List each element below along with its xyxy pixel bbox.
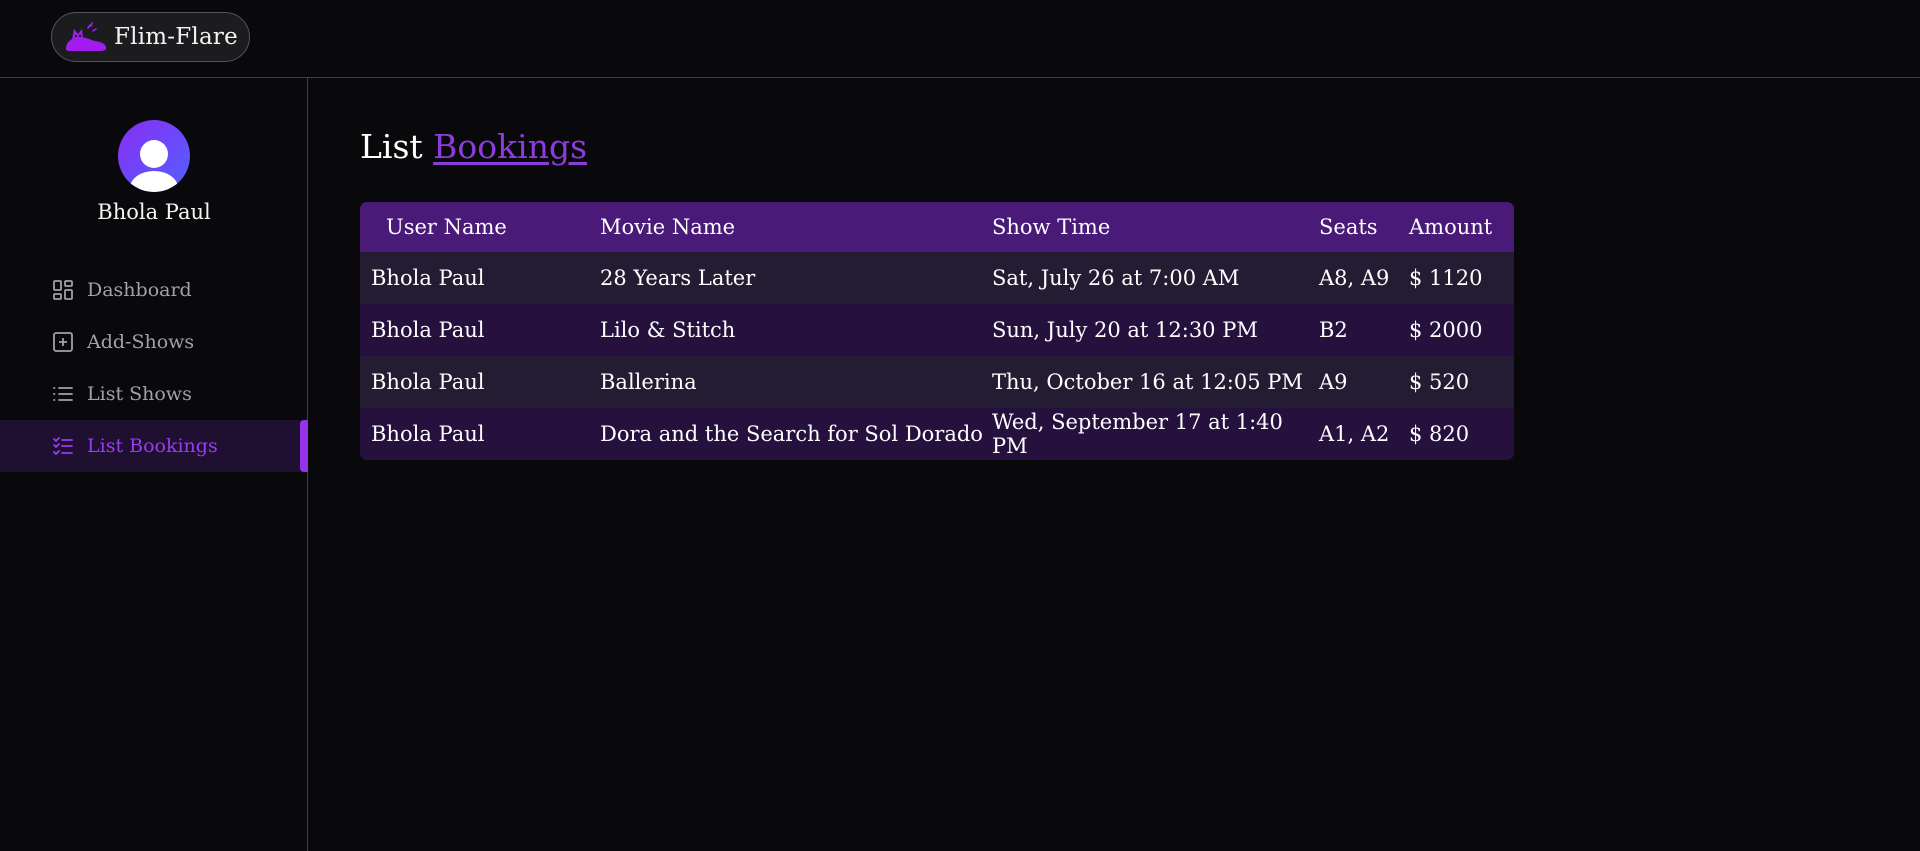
cell-show-time: Wed, September 17 at 1:40 PM — [992, 408, 1319, 460]
sidebar-item-add-shows[interactable]: Add-Shows — [0, 316, 308, 368]
sidebar-item-list-shows[interactable]: List Shows — [0, 368, 308, 420]
column-header-movie-name: Movie Name — [600, 202, 992, 252]
plus-square-icon — [51, 330, 75, 354]
cell-seats: A8, A9 — [1319, 252, 1409, 304]
cell-movie-name: Ballerina — [600, 356, 992, 408]
table-row[interactable]: Bhola Paul Dora and the Search for Sol D… — [360, 408, 1514, 460]
sidebar-item-list-bookings[interactable]: List Bookings — [0, 420, 308, 472]
list-checks-icon — [51, 434, 75, 458]
main-content: List Bookings User Name Movie Name Show … — [309, 78, 1920, 851]
sidebar-item-label: Dashboard — [87, 279, 192, 301]
brand-logo[interactable]: Flim-Flare — [51, 12, 250, 62]
sidebar-user-name: Bhola Paul — [97, 200, 211, 224]
cell-user-name: Bhola Paul — [360, 408, 600, 460]
cell-seats: B2 — [1319, 304, 1409, 356]
cell-amount: $ 2000 — [1409, 304, 1514, 356]
user-avatar-icon — [130, 140, 178, 192]
page-title-prefix: List — [360, 127, 423, 166]
cell-amount: $ 520 — [1409, 356, 1514, 408]
cell-seats: A9 — [1319, 356, 1409, 408]
table-header-row: User Name Movie Name Show Time Seats Amo… — [360, 202, 1514, 252]
column-header-user-name: User Name — [360, 202, 600, 252]
table-row[interactable]: Bhola Paul Lilo & Stitch Sun, July 20 at… — [360, 304, 1514, 356]
sidebar-item-label: List Shows — [87, 383, 192, 405]
bookings-table: User Name Movie Name Show Time Seats Amo… — [360, 202, 1514, 460]
cell-amount: $ 820 — [1409, 408, 1514, 460]
table-row[interactable]: Bhola Paul Ballerina Thu, October 16 at … — [360, 356, 1514, 408]
sidebar: Bhola Paul Dashboard Add-Shows List Show… — [0, 78, 308, 851]
cell-seats: A1, A2 — [1319, 408, 1409, 460]
cell-movie-name: Dora and the Search for Sol Dorado — [600, 408, 992, 460]
cell-show-time: Thu, October 16 at 12:05 PM — [992, 356, 1319, 408]
sidebar-item-label: List Bookings — [87, 435, 218, 457]
page-title: List Bookings — [360, 127, 587, 166]
cell-movie-name: Lilo & Stitch — [600, 304, 992, 356]
cell-movie-name: 28 Years Later — [600, 252, 992, 304]
table-row[interactable]: Bhola Paul 28 Years Later Sat, July 26 a… — [360, 252, 1514, 304]
cell-show-time: Sun, July 20 at 12:30 PM — [992, 304, 1319, 356]
cell-show-time: Sat, July 26 at 7:00 AM — [992, 252, 1319, 304]
cell-amount: $ 1120 — [1409, 252, 1514, 304]
avatar[interactable] — [118, 120, 190, 192]
sidebar-item-dashboard[interactable]: Dashboard — [0, 264, 308, 316]
column-header-show-time: Show Time — [992, 202, 1319, 252]
page-title-accent: Bookings — [433, 127, 588, 166]
active-indicator — [300, 420, 308, 472]
cat-logo-icon — [66, 22, 107, 51]
cell-user-name: Bhola Paul — [360, 356, 600, 408]
cell-user-name: Bhola Paul — [360, 252, 600, 304]
dashboard-grid-icon — [51, 278, 75, 302]
brand-name: Flim-Flare — [114, 24, 238, 50]
sidebar-item-label: Add-Shows — [87, 331, 195, 353]
column-header-amount: Amount — [1409, 202, 1514, 252]
list-icon — [51, 382, 75, 406]
cell-user-name: Bhola Paul — [360, 304, 600, 356]
top-bar: Flim-Flare — [0, 0, 1920, 78]
column-header-seats: Seats — [1319, 202, 1409, 252]
sidebar-nav: Dashboard Add-Shows List Shows List Book… — [0, 264, 308, 472]
